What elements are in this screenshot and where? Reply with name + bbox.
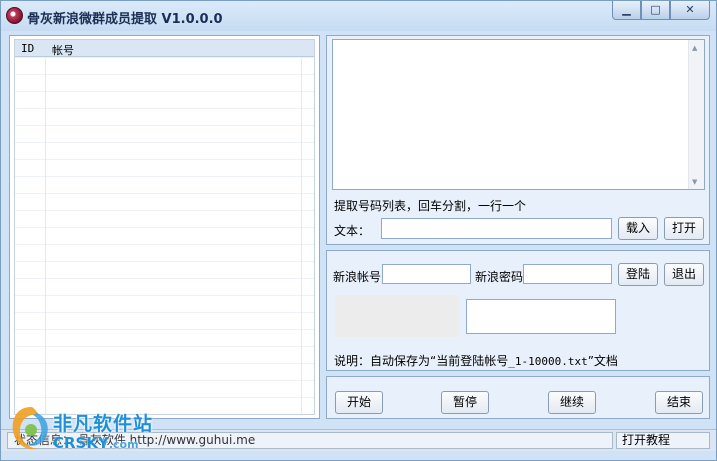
close-button[interactable]: ✕: [670, 1, 710, 20]
password-input[interactable]: [523, 264, 612, 284]
member-list-panel: ID 帐号: [9, 35, 320, 419]
login-group: 新浪帐号 新浪密码 登陆 退出 说明：自动保存为“当前登陆帐号_1-10000.…: [326, 250, 710, 371]
open-button[interactable]: 打开: [664, 217, 704, 240]
list-header: ID 帐号: [15, 40, 314, 57]
window-title: 骨灰新浪微群成员提取 V1.0.0.0: [27, 12, 223, 27]
title-bar[interactable]: 骨灰新浪微群成员提取 V1.0.0.0 ▁ □ ✕: [1, 1, 716, 31]
watermark-domain: CRSKY.com: [53, 434, 139, 452]
logout-button[interactable]: 退出: [664, 263, 704, 286]
watermark-name: 非凡软件站: [53, 413, 154, 435]
captcha-input[interactable]: [466, 299, 616, 334]
column-header-id[interactable]: ID: [21, 42, 34, 55]
scroll-down-icon[interactable]: ▼: [692, 178, 697, 186]
column-divider: [45, 58, 46, 414]
open-tutorial-link[interactable]: 打开教程: [616, 432, 710, 449]
login-button[interactable]: 登陆: [618, 263, 658, 286]
start-button[interactable]: 开始: [335, 391, 383, 414]
window-controls: ▁ □ ✕: [612, 1, 710, 20]
column-header-account[interactable]: 帐号: [52, 42, 74, 58]
save-note-suffix: ”文档: [587, 354, 618, 368]
captcha-image[interactable]: [335, 295, 459, 337]
account-input[interactable]: [382, 264, 471, 284]
pause-button[interactable]: 暂停: [441, 391, 489, 414]
file-path-input[interactable]: [381, 218, 612, 239]
number-list-textarea[interactable]: ▲ ▼: [332, 39, 705, 190]
textarea-scrollbar[interactable]: ▲ ▼: [688, 40, 704, 189]
save-note-file: _1-10000.txt: [508, 355, 588, 368]
import-group: ▲ ▼ 提取号码列表，回车分割，一行一个 文本： 载入 打开: [326, 35, 710, 245]
save-note-prefix: 说明：自动保存为“当前登陆帐号: [334, 354, 509, 368]
minimize-button[interactable]: ▁: [612, 1, 641, 20]
load-button[interactable]: 载入: [618, 217, 658, 240]
text-label: 文本：: [334, 224, 371, 238]
watermark-domain-main: CRSKY: [53, 434, 109, 452]
app-icon: [6, 7, 23, 24]
column-divider: [301, 58, 302, 414]
password-label: 新浪密码: [475, 270, 524, 284]
scroll-up-icon[interactable]: ▲: [692, 44, 697, 52]
end-button[interactable]: 结束: [655, 391, 703, 414]
member-list[interactable]: ID 帐号: [14, 39, 315, 415]
import-hint: 提取号码列表，回车分割，一行一个: [334, 199, 527, 213]
actions-group: 开始 暂停 继续 结束: [326, 376, 710, 419]
watermark: 非凡软件站 CRSKY.com: [3, 401, 163, 461]
maximize-button[interactable]: □: [641, 1, 670, 20]
watermark-logo-icon: [12, 407, 48, 450]
watermark-domain-tld: .com: [108, 438, 139, 451]
account-label: 新浪帐号: [333, 270, 382, 284]
resume-button[interactable]: 继续: [548, 391, 596, 414]
main-window: 骨灰新浪微群成员提取 V1.0.0.0 ▁ □ ✕ ID 帐号 ▲ ▼ 提取号码…: [0, 0, 717, 461]
save-note: 说明：自动保存为“当前登陆帐号_1-10000.txt”文档: [334, 352, 618, 369]
